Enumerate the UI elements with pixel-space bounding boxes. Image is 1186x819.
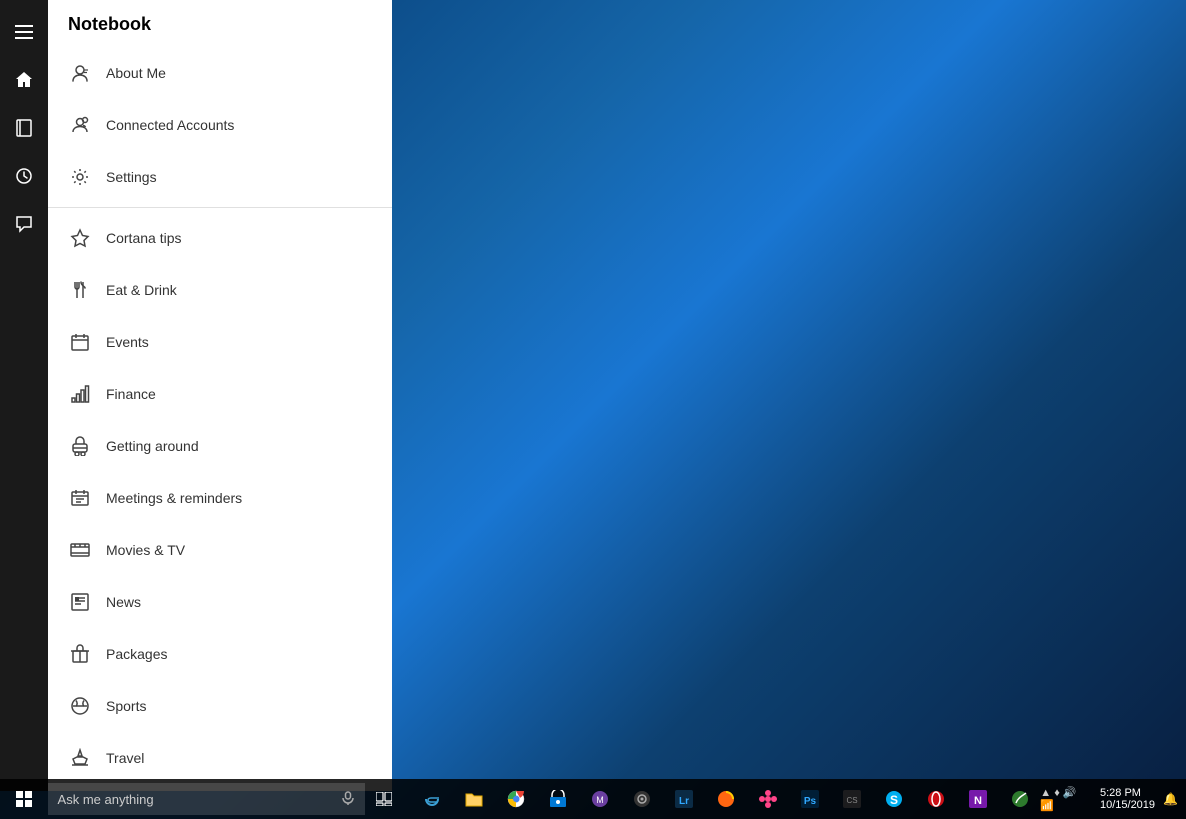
settings-icon bbox=[68, 165, 92, 189]
news-item[interactable]: News bbox=[48, 576, 392, 628]
movies-tv-icon bbox=[68, 538, 92, 562]
about-me-label: About Me bbox=[106, 65, 166, 81]
start-button[interactable] bbox=[0, 779, 48, 819]
cortana-tips-icon bbox=[68, 226, 92, 250]
left-sidebar bbox=[0, 0, 48, 791]
system-tray: ▲ ♦ 🔊 📶 bbox=[1040, 786, 1092, 812]
skype-icon[interactable]: S bbox=[874, 779, 914, 819]
packages-item[interactable]: Packages bbox=[48, 628, 392, 680]
opera-icon[interactable] bbox=[916, 779, 956, 819]
store-icon[interactable] bbox=[538, 779, 578, 819]
packages-icon bbox=[68, 642, 92, 666]
lightroom-icon[interactable]: Lr bbox=[664, 779, 704, 819]
connected-accounts-label: Connected Accounts bbox=[106, 117, 234, 133]
connected-accounts-item[interactable]: Connected Accounts bbox=[48, 99, 392, 151]
clock[interactable]: 5:28 PM10/15/2019 bbox=[1100, 787, 1155, 811]
finance-icon bbox=[68, 382, 92, 406]
meetings-reminders-label: Meetings & reminders bbox=[106, 490, 242, 506]
getting-around-icon bbox=[68, 434, 92, 458]
edge-icon[interactable] bbox=[412, 779, 452, 819]
hamburger-menu-icon[interactable] bbox=[0, 8, 48, 56]
cortana-tips-item[interactable]: Cortana tips bbox=[48, 212, 392, 264]
photoshop-icon[interactable]: Ps bbox=[790, 779, 830, 819]
search-text: Ask me anything bbox=[58, 792, 341, 807]
svg-text:S: S bbox=[890, 793, 898, 807]
getting-around-label: Getting around bbox=[106, 438, 199, 454]
cortana-tips-label: Cortana tips bbox=[106, 230, 181, 246]
events-icon bbox=[68, 330, 92, 354]
taskbar: Ask me anything bbox=[0, 779, 1186, 819]
app-flower-icon[interactable] bbox=[748, 779, 788, 819]
svg-text:Lr: Lr bbox=[679, 796, 689, 807]
notebook-title: Notebook bbox=[48, 0, 392, 47]
taskbar-apps: M Lr bbox=[412, 779, 1040, 819]
movies-tv-label: Movies & TV bbox=[106, 542, 185, 558]
notifications-icon[interactable]: 🔔 bbox=[1163, 792, 1178, 806]
about-me-icon bbox=[68, 61, 92, 85]
chrome-icon[interactable] bbox=[496, 779, 536, 819]
file-explorer-icon[interactable] bbox=[454, 779, 494, 819]
app-greenleaf-icon[interactable] bbox=[1000, 779, 1040, 819]
eat-drink-item[interactable]: Eat & Drink bbox=[48, 264, 392, 316]
svg-text:CS: CS bbox=[847, 796, 858, 805]
svg-text:N: N bbox=[974, 795, 982, 807]
news-label: News bbox=[106, 594, 141, 610]
events-label: Events bbox=[106, 334, 149, 350]
connected-accounts-icon bbox=[68, 113, 92, 137]
eat-drink-label: Eat & Drink bbox=[106, 282, 177, 298]
menu-divider bbox=[48, 207, 392, 208]
taskbar-right: ▲ ♦ 🔊 📶 5:28 PM10/15/2019 🔔 bbox=[1040, 786, 1186, 812]
svg-text:Ps: Ps bbox=[804, 796, 817, 807]
finance-item[interactable]: Finance bbox=[48, 368, 392, 420]
news-icon bbox=[68, 590, 92, 614]
movies-tv-item[interactable]: Movies & TV bbox=[48, 524, 392, 576]
task-view-button[interactable] bbox=[365, 779, 405, 819]
search-bar[interactable]: Ask me anything bbox=[48, 783, 365, 815]
mic-icon bbox=[341, 791, 355, 808]
app-circle-icon[interactable] bbox=[622, 779, 662, 819]
settings-item[interactable]: Settings bbox=[48, 151, 392, 203]
travel-item[interactable]: Travel bbox=[48, 732, 392, 784]
notebook-menu: About Me Connected Accounts bbox=[48, 47, 392, 791]
sports-icon bbox=[68, 694, 92, 718]
meetings-reminders-icon bbox=[68, 486, 92, 510]
settings-label: Settings bbox=[106, 169, 157, 185]
getting-around-item[interactable]: Getting around bbox=[48, 420, 392, 472]
firefox-icon[interactable] bbox=[706, 779, 746, 819]
about-me-item[interactable]: About Me bbox=[48, 47, 392, 99]
packages-label: Packages bbox=[106, 646, 167, 662]
eat-drink-icon bbox=[68, 278, 92, 302]
events-item[interactable]: Events bbox=[48, 316, 392, 368]
feedback-icon[interactable] bbox=[0, 200, 48, 248]
finance-label: Finance bbox=[106, 386, 156, 402]
svg-text:M: M bbox=[597, 795, 605, 805]
sports-item[interactable]: Sports bbox=[48, 680, 392, 732]
onenote-icon[interactable]: N bbox=[958, 779, 998, 819]
meetings-reminders-item[interactable]: Meetings & reminders bbox=[48, 472, 392, 524]
app-cs-icon[interactable]: CS bbox=[832, 779, 872, 819]
notebook-panel: Notebook About Me bbox=[48, 0, 392, 791]
travel-label: Travel bbox=[106, 750, 144, 766]
sports-label: Sports bbox=[106, 698, 146, 714]
travel-icon bbox=[68, 746, 92, 770]
reminders-icon[interactable] bbox=[0, 152, 48, 200]
home-icon[interactable] bbox=[0, 56, 48, 104]
app-marketo-icon[interactable]: M bbox=[580, 779, 620, 819]
notebook-icon[interactable] bbox=[0, 104, 48, 152]
